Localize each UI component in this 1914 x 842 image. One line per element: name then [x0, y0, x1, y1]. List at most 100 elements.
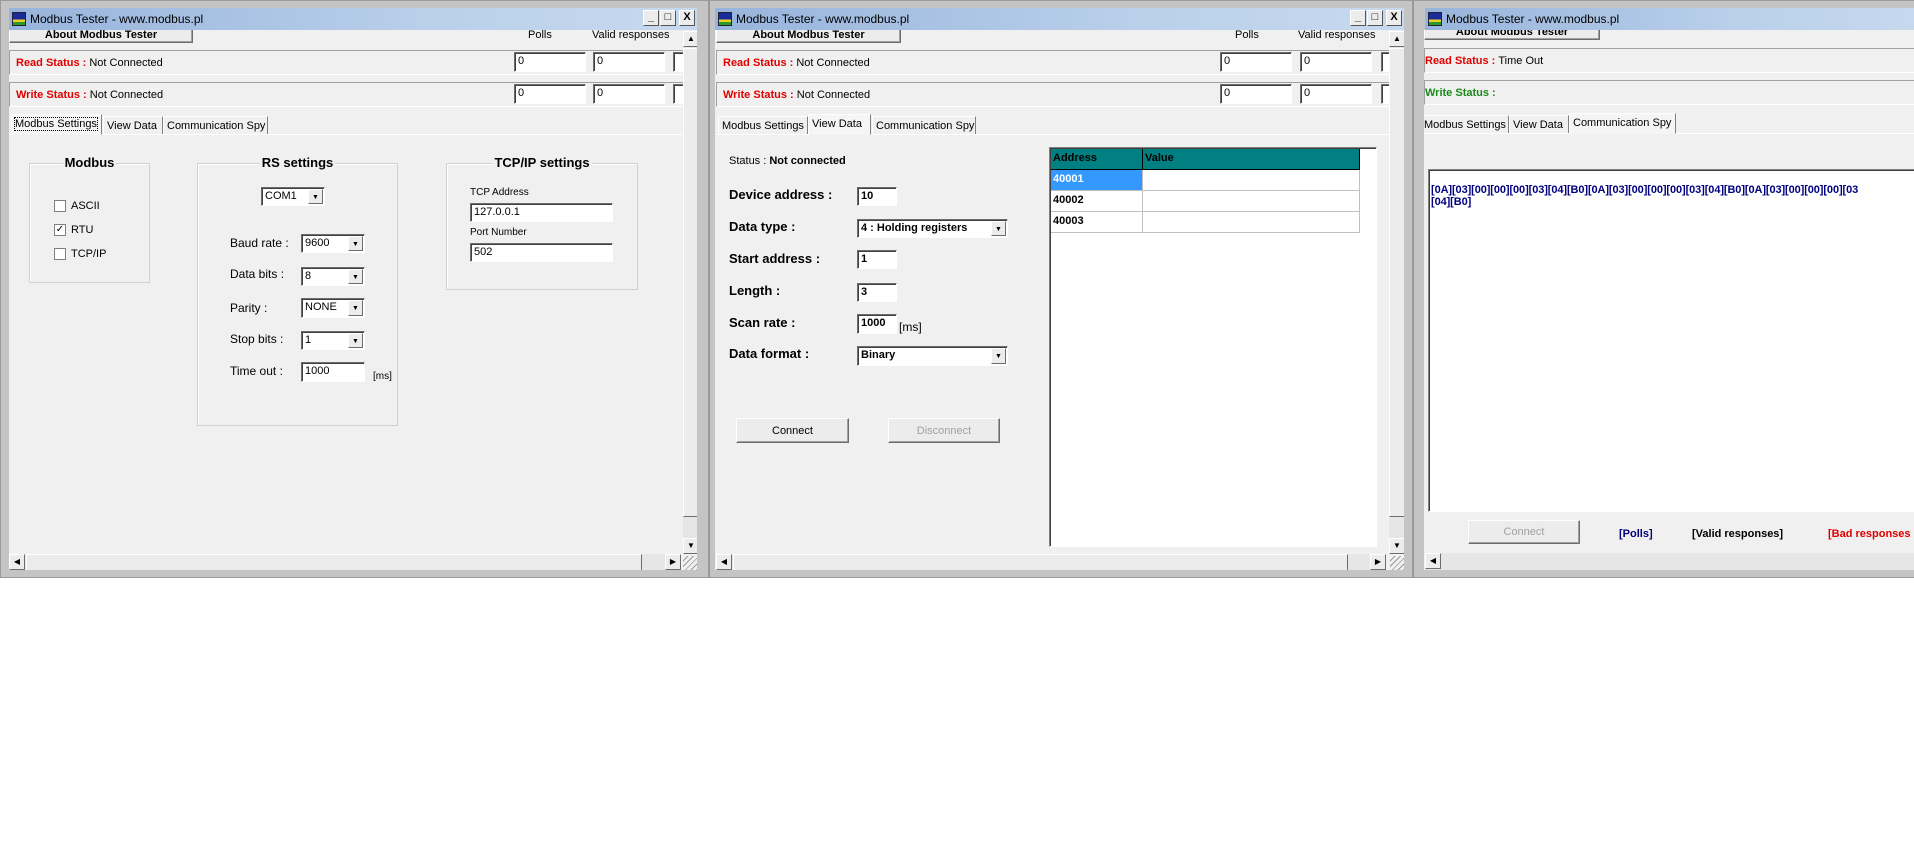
- scroll-right-icon[interactable]: ▶: [1370, 554, 1386, 570]
- client-area: About Modbus Tester Polls Valid response…: [715, 30, 1404, 570]
- client-area: About Modbus Tester Read Status : Time O…: [1424, 30, 1914, 570]
- disconnect-button[interactable]: Disconnect: [888, 418, 1000, 443]
- device-address-label: Device address :: [729, 187, 833, 202]
- resize-grip-icon[interactable]: [1390, 556, 1404, 570]
- tab-communication-spy[interactable]: Communication Spy: [1569, 113, 1676, 134]
- column-header-address[interactable]: Address: [1051, 149, 1143, 170]
- port-number-field[interactable]: 502: [470, 243, 613, 262]
- tab-modbus-settings[interactable]: Modbus Settings: [11, 114, 102, 135]
- grid-cell-value[interactable]: [1143, 212, 1360, 233]
- tcp-address-field[interactable]: 127.0.0.1: [470, 203, 613, 222]
- tab-view-data[interactable]: View Data: [808, 114, 871, 135]
- vertical-scrollbar[interactable]: ▲ ▼: [1389, 31, 1404, 554]
- vertical-scrollbar[interactable]: ▲ ▼: [683, 31, 697, 554]
- spy-log[interactable]: [0A][03][00][00][00][03][04][B0][0A][03]…: [1428, 169, 1914, 512]
- scroll-thumb[interactable]: [683, 48, 697, 517]
- start-address-field[interactable]: 1: [857, 250, 897, 269]
- chevron-down-icon[interactable]: ▼: [348, 333, 363, 348]
- tab-modbus-settings[interactable]: Modbus Settings: [718, 116, 808, 135]
- rtu-checkbox[interactable]: ✓: [54, 224, 66, 236]
- grid-cell-value[interactable]: [1143, 191, 1360, 212]
- ascii-checkbox[interactable]: [54, 200, 66, 212]
- scroll-up-icon[interactable]: ▲: [1389, 31, 1404, 47]
- window-modbus-settings: Modbus Tester - www.modbus.pl _ □ X Abou…: [0, 0, 709, 578]
- tab-view-data[interactable]: View Data: [1509, 115, 1569, 134]
- title-bar[interactable]: Modbus Tester - www.modbus.pl _ □ X: [9, 8, 697, 30]
- about-button[interactable]: About Modbus Tester: [1424, 30, 1600, 40]
- write-polls-field[interactable]: 0: [514, 84, 586, 104]
- data-bits-select[interactable]: 8 ▼: [301, 267, 365, 286]
- tcpip-settings-title: TCP/IP settings: [492, 155, 592, 170]
- chevron-down-icon[interactable]: ▼: [308, 189, 323, 204]
- read-polls-field[interactable]: 0: [514, 52, 586, 72]
- device-address-field[interactable]: 10: [857, 187, 897, 206]
- write-valid-field[interactable]: 0: [593, 84, 665, 104]
- maximize-button[interactable]: □: [1367, 10, 1383, 26]
- data-grid[interactable]: Address Value 40001 40002 40003: [1049, 147, 1377, 547]
- read-polls-field[interactable]: 0: [1220, 52, 1292, 72]
- app-icon: [718, 12, 732, 26]
- chevron-down-icon[interactable]: ▼: [348, 300, 363, 316]
- grid-cell-address[interactable]: 40003: [1051, 212, 1143, 233]
- scroll-down-icon[interactable]: ▼: [1389, 538, 1404, 554]
- baud-rate-select[interactable]: 9600 ▼: [301, 234, 365, 253]
- scroll-thumb[interactable]: [26, 554, 642, 570]
- about-button[interactable]: About Modbus Tester: [9, 30, 193, 43]
- grid-cell-address[interactable]: 40001: [1051, 170, 1143, 191]
- data-type-select[interactable]: 4 : Holding registers ▼: [857, 219, 1008, 238]
- tab-view-data[interactable]: View Data: [103, 116, 163, 135]
- scroll-left-icon[interactable]: ◀: [716, 554, 732, 570]
- horizontal-scrollbar[interactable]: ◀ ▶: [716, 554, 1386, 570]
- parity-select[interactable]: NONE ▼: [301, 298, 365, 318]
- connect-button[interactable]: Connect: [1468, 520, 1580, 544]
- horizontal-scrollbar[interactable]: ◀: [1425, 553, 1914, 570]
- about-button[interactable]: About Modbus Tester: [716, 30, 901, 43]
- grid-cell-address[interactable]: 40002: [1051, 191, 1143, 212]
- stop-bits-label: Stop bits :: [230, 332, 284, 346]
- resize-grip-icon[interactable]: [683, 556, 697, 570]
- close-button[interactable]: X: [1386, 10, 1402, 26]
- read-valid-field[interactable]: 0: [593, 52, 665, 72]
- minimize-button[interactable]: _: [1350, 10, 1366, 26]
- chevron-down-icon[interactable]: ▼: [348, 236, 363, 251]
- scan-rate-field[interactable]: 1000: [857, 314, 897, 334]
- write-polls-field[interactable]: 0: [1220, 84, 1292, 104]
- scroll-right-icon[interactable]: ▶: [665, 554, 681, 570]
- tab-communication-spy[interactable]: Communication Spy: [163, 116, 268, 135]
- spy-log-line: [0A][03][00][00][00][03][04][B0][0A][03]…: [1431, 184, 1859, 196]
- tcpip-label: TCP/IP: [71, 248, 107, 260]
- write-valid-field[interactable]: 0: [1300, 84, 1372, 104]
- scroll-left-icon[interactable]: ◀: [1425, 553, 1441, 569]
- scan-rate-unit: [ms]: [899, 320, 922, 334]
- minimize-button[interactable]: _: [643, 10, 659, 26]
- chevron-down-icon[interactable]: ▼: [348, 269, 363, 284]
- read-status-value: Not Connected: [89, 56, 163, 69]
- tcpip-checkbox[interactable]: [54, 248, 66, 260]
- stop-bits-select[interactable]: 1 ▼: [301, 331, 365, 350]
- window-title: Modbus Tester - www.modbus.pl: [30, 12, 204, 26]
- scroll-up-icon[interactable]: ▲: [683, 31, 697, 47]
- chevron-down-icon[interactable]: ▼: [991, 348, 1006, 364]
- data-format-select[interactable]: Binary ▼: [857, 346, 1008, 366]
- timeout-field[interactable]: 1000: [301, 362, 365, 382]
- maximize-button[interactable]: □: [660, 10, 676, 26]
- read-valid-field[interactable]: 0: [1300, 52, 1372, 72]
- grid-cell-value[interactable]: [1143, 170, 1360, 191]
- close-button[interactable]: X: [679, 10, 695, 26]
- title-bar[interactable]: Modbus Tester - www.modbus.pl: [1425, 8, 1914, 30]
- scroll-left-icon[interactable]: ◀: [9, 554, 25, 570]
- scroll-thumb[interactable]: [1389, 48, 1404, 517]
- com-port-select[interactable]: COM1 ▼: [261, 187, 325, 206]
- tab-modbus-settings[interactable]: Modbus Settings: [1424, 115, 1509, 134]
- scroll-down-icon[interactable]: ▼: [683, 538, 697, 554]
- title-bar[interactable]: Modbus Tester - www.modbus.pl _ □ X: [715, 8, 1404, 30]
- connect-button[interactable]: Connect: [736, 418, 849, 443]
- modbus-group: Modbus: [29, 155, 150, 283]
- horizontal-scrollbar[interactable]: ◀ ▶: [9, 554, 681, 570]
- column-header-value[interactable]: Value: [1143, 149, 1360, 170]
- tab-communication-spy[interactable]: Communication Spy: [872, 116, 976, 135]
- chevron-down-icon[interactable]: ▼: [991, 221, 1006, 236]
- scroll-thumb[interactable]: [733, 554, 1348, 570]
- rs-settings-title: RS settings: [259, 155, 336, 170]
- length-field[interactable]: 3: [857, 283, 897, 302]
